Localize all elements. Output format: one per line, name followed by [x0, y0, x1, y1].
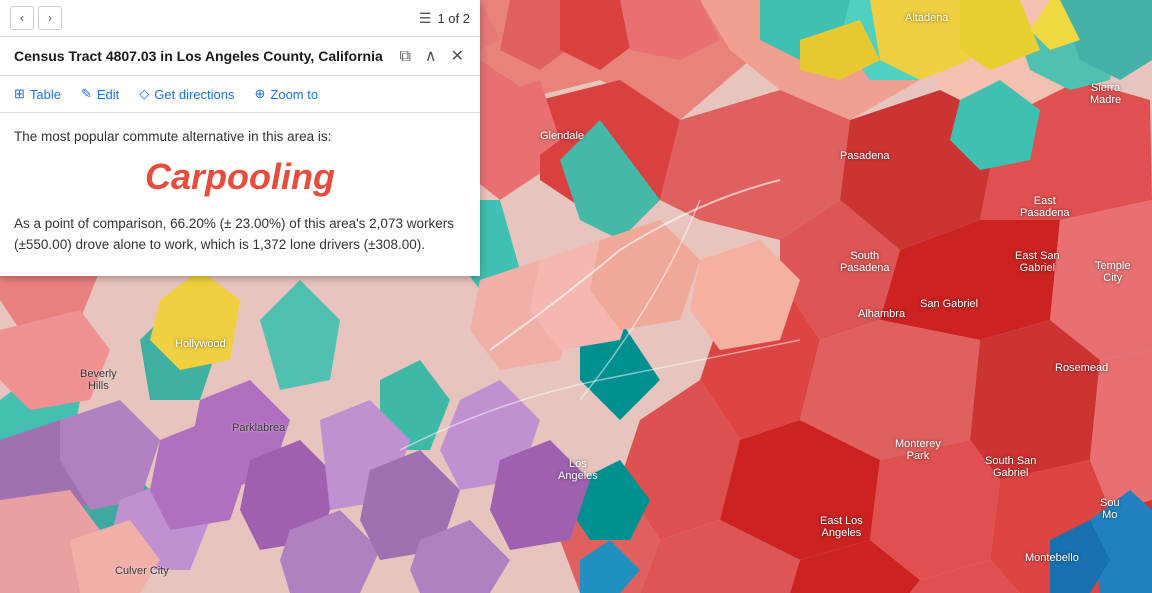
nav-arrows: ‹ ›	[10, 6, 62, 30]
collapse-button[interactable]: ∧	[423, 47, 439, 67]
next-button[interactable]: ›	[38, 6, 62, 30]
edit-label: Edit	[97, 87, 119, 102]
directions-label: Get directions	[154, 87, 234, 102]
action-bar: ⊞ Table ✎ Edit ◇ Get directions ⊕ Zoom t…	[0, 76, 480, 113]
popup-title: Census Tract 4807.03 in Los Angeles Coun…	[14, 47, 389, 65]
table-icon: ⊞	[14, 86, 25, 102]
pagination-text: 1 of 2	[437, 11, 470, 26]
edit-button[interactable]: ✎ Edit	[81, 82, 129, 106]
title-actions: ⧉ ∧ ✕	[397, 47, 466, 67]
popup-content: The most popular commute alternative in …	[0, 113, 480, 276]
table-label: Table	[30, 87, 61, 102]
comparison-text: As a point of comparison, 66.20% (± 23.0…	[14, 214, 466, 256]
zoom-button[interactable]: ⊕ Zoom to	[255, 82, 329, 106]
zoom-label: Zoom to	[270, 87, 318, 102]
nav-bar: ‹ › ☰ 1 of 2	[0, 0, 480, 37]
copy-button[interactable]: ⧉	[397, 47, 412, 67]
title-bar: Census Tract 4807.03 in Los Angeles Coun…	[0, 37, 480, 76]
popup-panel: ‹ › ☰ 1 of 2 Census Tract 4807.03 in Los…	[0, 0, 480, 276]
prev-button[interactable]: ‹	[10, 6, 34, 30]
zoom-icon: ⊕	[255, 86, 266, 102]
list-icon: ☰	[419, 10, 432, 27]
directions-icon: ◇	[139, 86, 149, 102]
carpooling-label: Carpooling	[14, 156, 466, 198]
close-button[interactable]: ✕	[449, 47, 466, 67]
table-button[interactable]: ⊞ Table	[14, 82, 71, 106]
directions-button[interactable]: ◇ Get directions	[139, 82, 244, 106]
pagination: ☰ 1 of 2	[419, 10, 470, 27]
edit-icon: ✎	[81, 86, 92, 102]
intro-text: The most popular commute alternative in …	[14, 129, 466, 144]
